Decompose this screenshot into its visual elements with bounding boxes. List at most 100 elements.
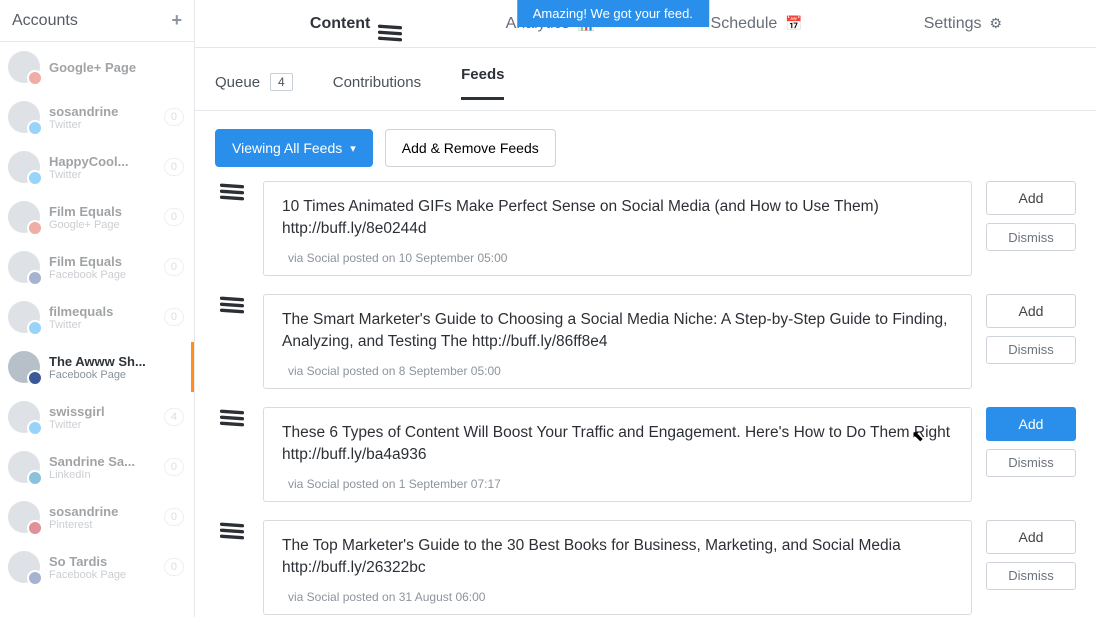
- account-network: Twitter: [49, 319, 155, 331]
- account-name: Film Equals: [49, 254, 155, 269]
- add-account-icon[interactable]: +: [171, 10, 182, 31]
- avatar: [8, 101, 40, 133]
- dismiss-button[interactable]: Dismiss: [986, 336, 1076, 364]
- queue-count-badge: 0: [164, 308, 184, 326]
- add-button[interactable]: Add: [986, 294, 1076, 328]
- sidebar-account[interactable]: filmequalsTwitter 0: [0, 292, 194, 342]
- avatar: [8, 451, 40, 483]
- tab-contributions[interactable]: Contributions: [333, 74, 421, 91]
- add-button[interactable]: Add: [986, 520, 1076, 554]
- sidebar-account[interactable]: Google+ Page: [0, 42, 194, 92]
- main: Amazing! We got your feed. Content Analy…: [195, 0, 1096, 617]
- avatar: [8, 201, 40, 233]
- account-name: HappyCool...: [49, 154, 155, 169]
- feed-list: 10 Times Animated GIFs Make Perfect Sens…: [195, 181, 1096, 615]
- tab-queue[interactable]: Queue 4: [215, 73, 293, 91]
- network-badge-icon: [27, 370, 43, 386]
- network-badge-icon: [27, 320, 43, 336]
- account-labels: sosandrinePinterest: [49, 504, 155, 531]
- feed-card[interactable]: 10 Times Animated GIFs Make Perfect Sens…: [263, 181, 972, 276]
- feed-row: 10 Times Animated GIFs Make Perfect Sens…: [215, 181, 1076, 276]
- nav-content[interactable]: Content: [241, 0, 447, 47]
- sidebar-account[interactable]: The Awww Sh...Facebook Page: [0, 342, 194, 392]
- button-label: Viewing All Feeds: [232, 140, 342, 156]
- account-labels: sosandrineTwitter: [49, 104, 155, 131]
- gear-icon: ⚙: [990, 15, 1003, 32]
- sidebar-account[interactable]: So TardisFacebook Page0: [0, 542, 194, 592]
- account-labels: swissgirlTwitter: [49, 404, 155, 431]
- network-badge-icon: [27, 270, 43, 286]
- feed-meta: via Social posted on 10 September 05:00: [282, 251, 953, 265]
- queue-count-badge: 0: [164, 208, 184, 226]
- feed-meta: via Social posted on 31 August 06:00: [282, 590, 953, 604]
- feed-actions: Add Dismiss: [986, 520, 1076, 590]
- feed-meta: via Social posted on 8 September 05:00: [282, 364, 953, 378]
- queue-count-badge: 4: [164, 408, 184, 426]
- account-network: LinkedIn: [49, 469, 155, 481]
- sidebar-account[interactable]: Film EqualsGoogle+ Page 0: [0, 192, 194, 242]
- account-name: sosandrine: [49, 104, 155, 119]
- sub-nav: Queue 4 Contributions Feeds: [195, 48, 1096, 98]
- network-badge-icon: [27, 120, 43, 136]
- add-button[interactable]: Add: [986, 181, 1076, 215]
- account-network: Facebook Page: [49, 269, 155, 281]
- queue-count-badge: 0: [164, 108, 184, 126]
- account-network: Facebook Page: [49, 569, 155, 581]
- feed-card[interactable]: These 6 Types of Content Will Boost Your…: [263, 407, 972, 502]
- account-name: The Awww Sh...: [49, 354, 181, 369]
- feed-actions: Add Dismiss: [986, 407, 1076, 477]
- add-button[interactable]: Add: [986, 407, 1076, 441]
- sidebar-account[interactable]: HappyCool...Twitter 0: [0, 142, 194, 192]
- network-badge-icon: [27, 70, 43, 86]
- avatar: [8, 351, 40, 383]
- account-labels: HappyCool...Twitter: [49, 154, 155, 181]
- queue-count-badge: 0: [164, 258, 184, 276]
- network-badge-icon: [27, 170, 43, 186]
- dismiss-button[interactable]: Dismiss: [986, 223, 1076, 251]
- sidebar-account[interactable]: sosandrineTwitter 0: [0, 92, 194, 142]
- account-labels: Film EqualsGoogle+ Page: [49, 204, 155, 231]
- sidebar-account[interactable]: sosandrinePinterest 0: [0, 492, 194, 542]
- nav-settings[interactable]: Settings ⚙: [860, 0, 1066, 47]
- account-labels: Film EqualsFacebook Page: [49, 254, 155, 281]
- account-network: Facebook Page: [49, 369, 181, 381]
- sidebar-account[interactable]: Sandrine Sa...LinkedIn0: [0, 442, 194, 492]
- sidebar-account[interactable]: swissgirlTwitter 4: [0, 392, 194, 442]
- feed-title: 10 Times Animated GIFs Make Perfect Sens…: [282, 196, 953, 241]
- toast: Amazing! We got your feed.: [517, 0, 709, 27]
- account-network: Google+ Page: [49, 219, 155, 231]
- feed-source-icon: [215, 294, 249, 316]
- tab-label: Feeds: [461, 66, 504, 83]
- tab-label: Queue: [215, 74, 260, 91]
- feed-card[interactable]: The Top Marketer's Guide to the 30 Best …: [263, 520, 972, 615]
- account-name: filmequals: [49, 304, 155, 319]
- nav-label: Content: [310, 15, 370, 33]
- feed-card[interactable]: The Smart Marketer's Guide to Choosing a…: [263, 294, 972, 389]
- feed-actions: Add Dismiss: [986, 181, 1076, 251]
- dismiss-button[interactable]: Dismiss: [986, 449, 1076, 477]
- account-labels: The Awww Sh...Facebook Page: [49, 354, 181, 381]
- avatar: [8, 401, 40, 433]
- network-badge-icon: [27, 470, 43, 486]
- dismiss-button[interactable]: Dismiss: [986, 562, 1076, 590]
- avatar: [8, 51, 40, 83]
- feed-title: These 6 Types of Content Will Boost Your…: [282, 422, 953, 467]
- feed-row: These 6 Types of Content Will Boost Your…: [215, 407, 1076, 502]
- account-network: Twitter: [49, 169, 155, 181]
- feed-meta: via Social posted on 1 September 07:17: [282, 477, 953, 491]
- tab-feeds[interactable]: Feeds: [461, 66, 504, 100]
- sidebar-account[interactable]: Film EqualsFacebook Page 0: [0, 242, 194, 292]
- feed-source-icon: [215, 407, 249, 429]
- queue-count-badge: 0: [164, 158, 184, 176]
- network-badge-icon: [27, 520, 43, 536]
- account-labels: Google+ Page: [49, 60, 184, 75]
- add-remove-feeds-button[interactable]: Add & Remove Feeds: [385, 129, 556, 167]
- viewing-feeds-dropdown[interactable]: Viewing All Feeds ▾: [215, 129, 373, 167]
- nav-label: Settings: [924, 15, 982, 33]
- account-network: Twitter: [49, 419, 155, 431]
- queue-count-badge: 0: [164, 558, 184, 576]
- sidebar-header: Accounts +: [0, 0, 194, 42]
- network-badge-icon: [27, 220, 43, 236]
- queue-count-badge: 0: [164, 508, 184, 526]
- queue-count: 4: [270, 73, 293, 91]
